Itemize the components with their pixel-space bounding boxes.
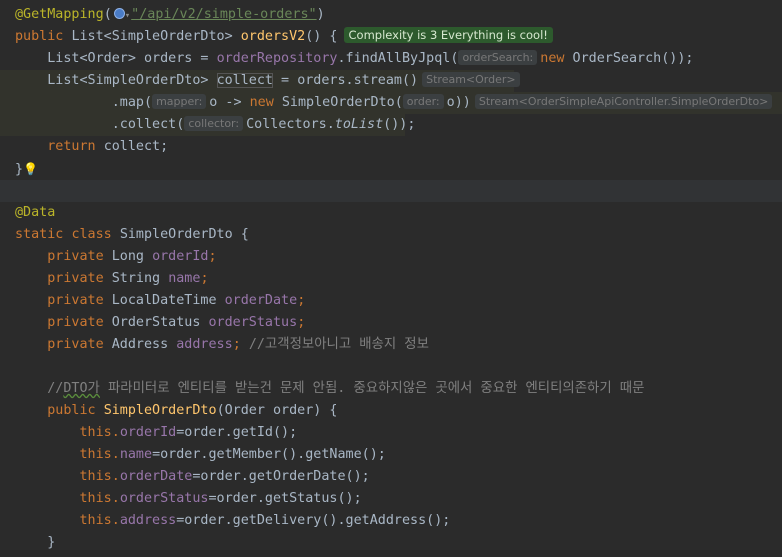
method-separator xyxy=(0,180,782,202)
param-hint: mapper: xyxy=(152,94,207,109)
param-hint: order: xyxy=(402,94,444,109)
endpoint-string[interactable]: "/api/v2/simple-orders" xyxy=(131,7,316,22)
type-hint: Stream<OrderSimpleApiController.SimpleOr… xyxy=(474,94,773,109)
chevron-down-icon[interactable]: ▾ xyxy=(125,11,130,21)
code-line: List<Order> orders = orderRepository.fin… xyxy=(47,50,694,66)
code-line: @GetMapping(▾"/api/v2/simple-orders") xyxy=(15,7,325,22)
param-hint: orderSearch: xyxy=(458,50,538,65)
code-comment: //고객정보아니고 배송지 정보 xyxy=(248,337,429,352)
code-line: private OrderStatus orderStatus; xyxy=(47,315,306,330)
code-line: this.address=order.getDelivery().getAddr… xyxy=(79,513,451,528)
code-line: @Data xyxy=(15,205,56,220)
complexity-badge[interactable]: Complexity is 3 Everything is cool! xyxy=(343,27,553,43)
code-line: private LocalDateTime orderDate; xyxy=(47,293,306,308)
code-line: this.orderId=order.getId(); xyxy=(79,425,298,440)
globe-icon[interactable] xyxy=(113,8,125,19)
lightbulb-icon[interactable]: 💡 xyxy=(23,162,38,176)
code-editor[interactable]: @GetMapping(▾"/api/v2/simple-orders") pu… xyxy=(0,0,782,557)
method-name[interactable]: ordersV2 xyxy=(241,29,306,44)
collect-variable[interactable]: collect xyxy=(216,73,273,88)
code-line: .map(mapper: o -> new SimpleOrderDto(orde… xyxy=(0,92,782,114)
code-line: //DTO가 파라미터로 엔티티를 받는건 문제 안됨. 중요하지않은 곳에서 … xyxy=(47,381,645,396)
type-hint: Stream<Order> xyxy=(422,72,520,87)
code-line: private Long orderId; xyxy=(47,249,217,264)
code-line: private Address address; //고객정보아니고 배송지 정… xyxy=(47,337,429,352)
code-line: this.orderStatus=order.getStatus(); xyxy=(79,491,362,506)
code-line: this.orderDate=order.getOrderDate(); xyxy=(79,469,370,484)
code-line: } xyxy=(47,535,56,550)
code-line: }💡 xyxy=(15,162,39,177)
code-line: public List<SimpleOrderDto> ordersV2() {… xyxy=(0,26,782,48)
annotation: @GetMapping xyxy=(15,7,104,22)
code-line: public SimpleOrderDto(Order order) { xyxy=(47,403,338,418)
code-line: .collect(collector: Collectors.toList()); xyxy=(0,114,415,136)
code-line: private String name; xyxy=(47,271,209,286)
constructor-name[interactable]: SimpleOrderDto xyxy=(104,403,217,418)
code-line: static class SimpleOrderDto { xyxy=(15,227,249,242)
code-line: return collect; xyxy=(47,139,169,154)
param-hint: collector: xyxy=(184,116,244,131)
code-line: List<SimpleOrderDto> collect = orders.st… xyxy=(0,70,520,92)
code-line: this.name=order.getMember().getName(); xyxy=(79,447,386,462)
